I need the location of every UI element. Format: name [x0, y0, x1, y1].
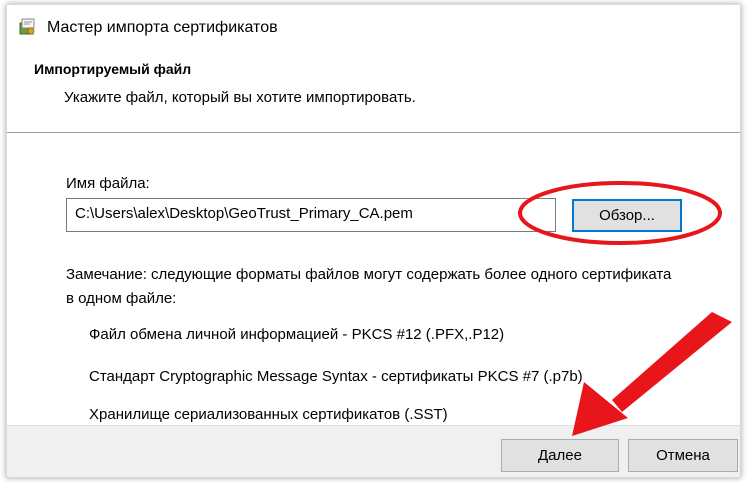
window-title: Мастер импорта сертификатов [47, 19, 278, 36]
cancel-button[interactable]: Отмена [628, 439, 738, 472]
next-button[interactable]: Далее [501, 439, 619, 472]
wizard-header: Импортируемый файл Укажите файл, который… [7, 49, 740, 131]
note-text-line1: Замечание: следующие форматы файлов могу… [66, 266, 672, 283]
header-divider [7, 132, 740, 133]
title-bar: Мастер импорта сертификатов [7, 5, 740, 49]
wizard-footer: Далее Отмена [7, 425, 740, 477]
note-text-line2: в одном файле: [66, 290, 177, 307]
format-item-pkcs12: Файл обмена личной информацией - PKCS #1… [89, 326, 505, 343]
certificate-import-wizard-window: Мастер импорта сертификатов Импортируемы… [6, 4, 741, 478]
format-item-sst: Хранилище сериализованных сертификатов (… [89, 406, 448, 423]
file-name-input[interactable]: C:\Users\alex\Desktop\GeoTrust_Primary_C… [66, 198, 556, 232]
page-subtitle: Укажите файл, который вы хотите импортир… [64, 89, 416, 106]
page-title: Импортируемый файл [34, 61, 192, 77]
certificate-wizard-icon [19, 18, 35, 35]
browse-button[interactable]: Обзор... [572, 199, 682, 232]
file-name-label: Имя файла: [66, 175, 150, 192]
format-item-pkcs7: Стандарт Cryptographic Message Syntax - … [89, 368, 583, 385]
